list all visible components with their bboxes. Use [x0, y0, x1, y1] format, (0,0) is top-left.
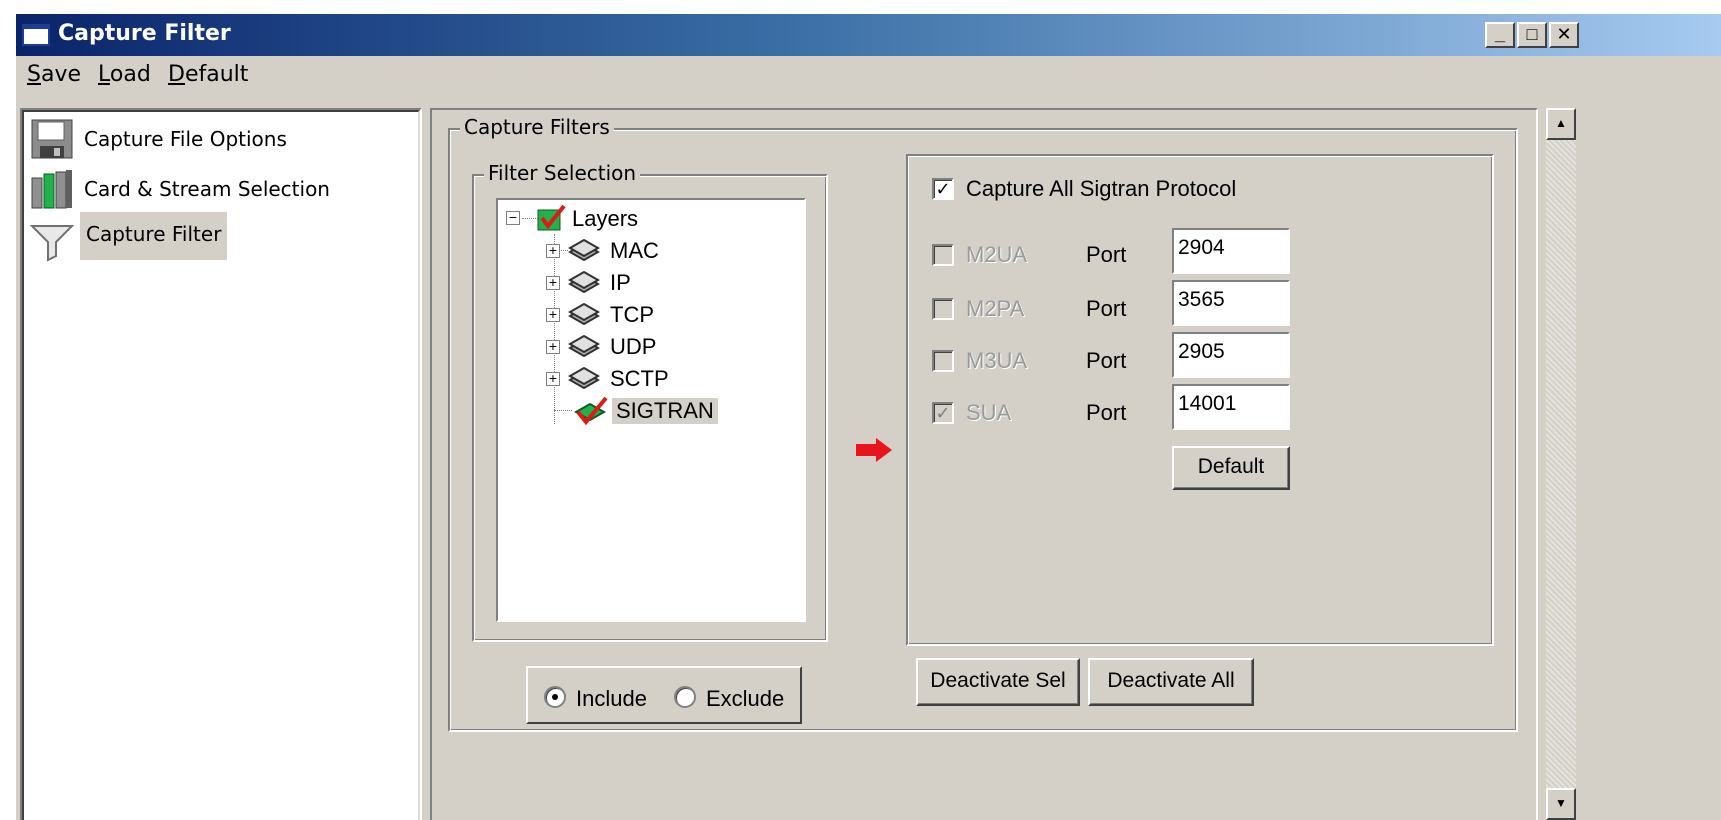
filter-selection-group: Filter Selection − Layers + MAC + IP + T… — [472, 161, 828, 642]
tree-node-mac[interactable]: + MAC — [538, 236, 788, 266]
tree-connector — [554, 410, 572, 411]
m2ua-checkbox[interactable] — [932, 244, 954, 266]
tree-node-sigtran[interactable]: SIGTRAN — [538, 396, 788, 426]
cards-icon — [31, 170, 72, 209]
scroll-down-button[interactable]: ▼ — [1546, 788, 1576, 820]
tree-label-tcp: TCP — [610, 302, 654, 327]
content-pane: Capture Filters Filter Selection − Layer… — [430, 108, 1538, 820]
expand-icon[interactable]: + — [546, 275, 560, 290]
tree-label-sctp: SCTP — [610, 366, 669, 391]
menu-save-label: Save — [27, 62, 82, 87]
stack-icon — [568, 302, 600, 326]
capture-all-sigtran-label: Capture All Sigtran Protocol — [966, 176, 1237, 201]
tree-label-ip: IP — [610, 270, 631, 295]
default-ports-button[interactable]: Default — [1172, 446, 1290, 490]
menu-bar: Save Load Default — [16, 58, 1721, 92]
menu-default[interactable]: Default — [168, 62, 248, 87]
tree-node-layers[interactable]: − Layers — [506, 204, 796, 234]
options-nav-pane: Capture File Options Card & Stream Selec… — [20, 108, 422, 820]
floppy-disk-icon — [31, 119, 73, 159]
menu-load-label: Load — [98, 62, 151, 87]
tree-label-udp: UDP — [610, 334, 657, 359]
expand-icon[interactable]: + — [546, 243, 560, 258]
expand-icon[interactable]: + — [546, 339, 560, 354]
tree-node-sctp[interactable]: + SCTP — [538, 364, 788, 394]
collapse-icon[interactable]: − — [506, 210, 520, 225]
m3ua-port-input[interactable]: 2905 — [1172, 332, 1290, 378]
m2pa-port-input[interactable]: 3565 — [1172, 280, 1290, 326]
stack-icon — [568, 238, 600, 262]
m2ua-port-label: Port — [1086, 242, 1127, 267]
exclude-radio[interactable] — [674, 686, 696, 708]
window-title: Capture Filter — [58, 21, 231, 46]
filter-selection-group-label: Filter Selection — [484, 161, 641, 185]
expand-icon[interactable]: + — [546, 307, 560, 322]
m2pa-checkbox[interactable] — [932, 298, 954, 320]
include-label: Include — [576, 686, 647, 711]
m2pa-port-label: Port — [1086, 296, 1127, 321]
exclude-label: Exclude — [706, 686, 785, 711]
sua-port-label: Port — [1086, 400, 1127, 425]
sua-label: SUA — [966, 400, 1012, 425]
sua-port-input[interactable]: 14001 — [1172, 384, 1290, 430]
menu-load[interactable]: Load — [98, 62, 151, 87]
nav-label-capture-file-options: Capture File Options — [84, 127, 287, 151]
tree-label-mac: MAC — [610, 238, 659, 263]
sua-checkbox[interactable]: ✓ — [932, 402, 954, 424]
tree-node-tcp[interactable]: + TCP — [538, 300, 788, 330]
layer-tree[interactable]: − Layers + MAC + IP + TCP + UDP + SCTP S… — [496, 198, 806, 622]
nav-item-capture-filter[interactable]: Capture Filter — [26, 212, 406, 262]
sigtran-check-icon — [573, 396, 608, 426]
capture-all-sigtran-checkbox[interactable]: ✓ — [932, 178, 954, 200]
m3ua-label: M3UA — [966, 348, 1028, 373]
close-button[interactable]: ✕ — [1549, 22, 1579, 48]
sigtran-settings-panel: ✓ Capture All Sigtran Protocol M2UA Port… — [906, 154, 1494, 646]
capture-filters-group-label: Capture Filters — [460, 115, 614, 139]
capture-filters-group: Capture Filters Filter Selection − Layer… — [448, 115, 1518, 732]
arrow-right-icon — [856, 438, 892, 462]
layers-check-icon — [537, 204, 566, 231]
nav-label-card-stream-selection: Card & Stream Selection — [84, 177, 330, 201]
maximize-button[interactable]: □ — [1517, 22, 1547, 48]
tree-node-udp[interactable]: + UDP — [538, 332, 788, 362]
scroll-up-button[interactable]: ▲ — [1546, 108, 1576, 140]
expand-icon[interactable]: + — [546, 371, 560, 386]
m2pa-label: M2PA — [966, 296, 1025, 321]
menu-save[interactable]: Save — [27, 62, 81, 87]
stack-icon — [568, 334, 600, 358]
stack-icon — [568, 270, 600, 294]
deactivate-all-button[interactable]: Deactivate All — [1088, 658, 1254, 706]
minimize-button[interactable]: _ — [1485, 22, 1515, 48]
tree-node-ip[interactable]: + IP — [538, 268, 788, 298]
m3ua-port-label: Port — [1086, 348, 1127, 373]
include-exclude-box: Include Exclude — [526, 666, 802, 724]
include-radio[interactable] — [544, 686, 566, 708]
m2ua-port-input[interactable]: 2904 — [1172, 228, 1290, 274]
tree-label-layers: Layers — [572, 206, 639, 231]
title-bar[interactable]: Capture Filter _ □ ✕ — [16, 14, 1721, 56]
vertical-scrollbar[interactable]: ▲ ▼ — [1546, 108, 1576, 820]
m3ua-checkbox[interactable] — [932, 350, 954, 372]
stack-icon — [568, 366, 600, 390]
tree-label-sigtran: SIGTRAN — [612, 398, 718, 424]
nav-item-capture-file-options[interactable]: Capture File Options — [26, 116, 406, 160]
capture-filter-window: Capture Filter _ □ ✕ Save Load Default C… — [16, 14, 1721, 820]
menu-default-label: Default — [168, 62, 249, 87]
funnel-icon — [30, 225, 74, 262]
scroll-track[interactable] — [1546, 142, 1576, 682]
deactivate-sel-button[interactable]: Deactivate Sel — [916, 658, 1080, 706]
window-icon — [22, 24, 50, 46]
nav-item-card-stream-selection[interactable]: Card & Stream Selection — [26, 166, 406, 210]
nav-label-capture-filter: Capture Filter — [80, 212, 228, 260]
m2ua-label: M2UA — [966, 242, 1028, 267]
